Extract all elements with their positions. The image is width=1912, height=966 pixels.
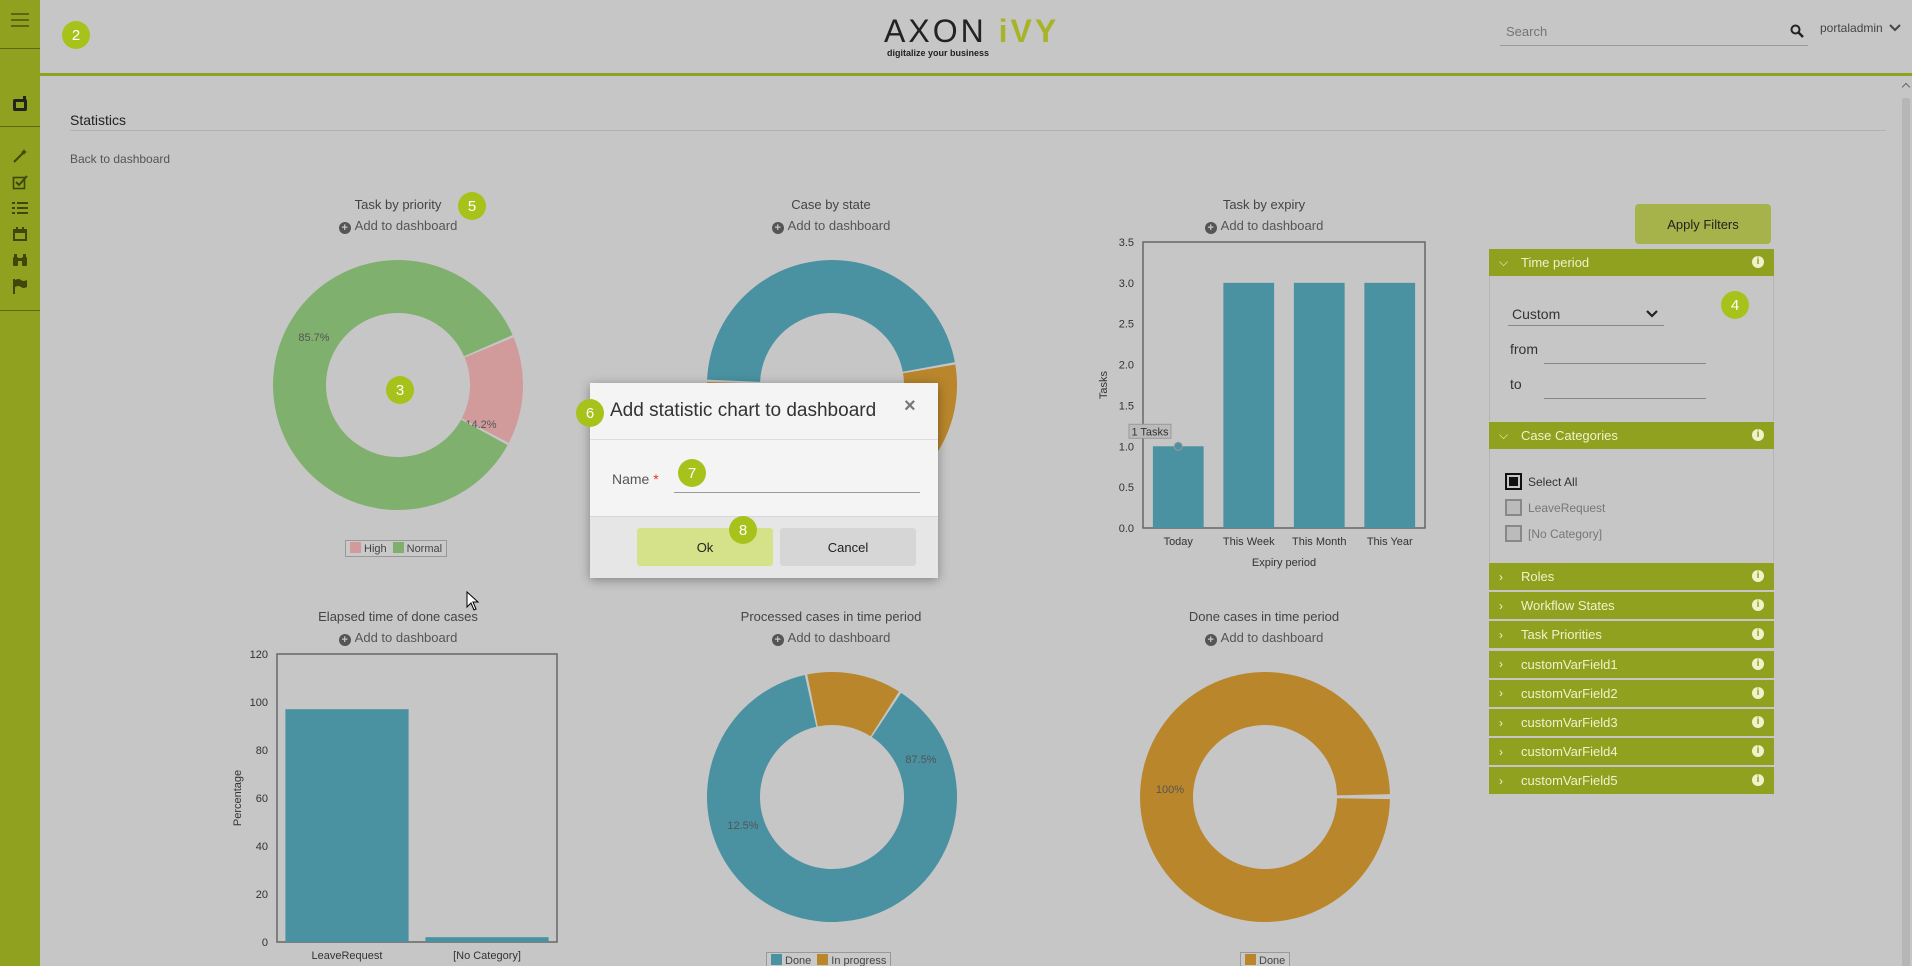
step-badge: 7 [678, 459, 706, 487]
close-icon[interactable]: × [904, 395, 916, 418]
cancel-button[interactable]: Cancel [780, 528, 916, 566]
step-badge: 8 [729, 516, 757, 544]
step-badge: 3 [386, 376, 414, 404]
step-badge: 5 [458, 192, 486, 220]
add-chart-modal: Add statistic chart to dashboard × Name … [590, 383, 938, 578]
required-mark: * [653, 471, 659, 487]
mouse-cursor-icon [466, 591, 480, 611]
name-label-text: Name [612, 471, 650, 487]
name-field-label: Name * [612, 471, 659, 487]
modal-overlay [0, 0, 1912, 966]
modal-title: Add statistic chart to dashboard [610, 400, 877, 421]
modal-divider [590, 439, 938, 440]
step-badge: 2 [62, 21, 90, 49]
name-input[interactable] [674, 465, 920, 493]
step-badge: 6 [576, 399, 604, 427]
modal-footer: Ok Cancel [590, 516, 938, 578]
step-badge: 4 [1721, 291, 1749, 319]
